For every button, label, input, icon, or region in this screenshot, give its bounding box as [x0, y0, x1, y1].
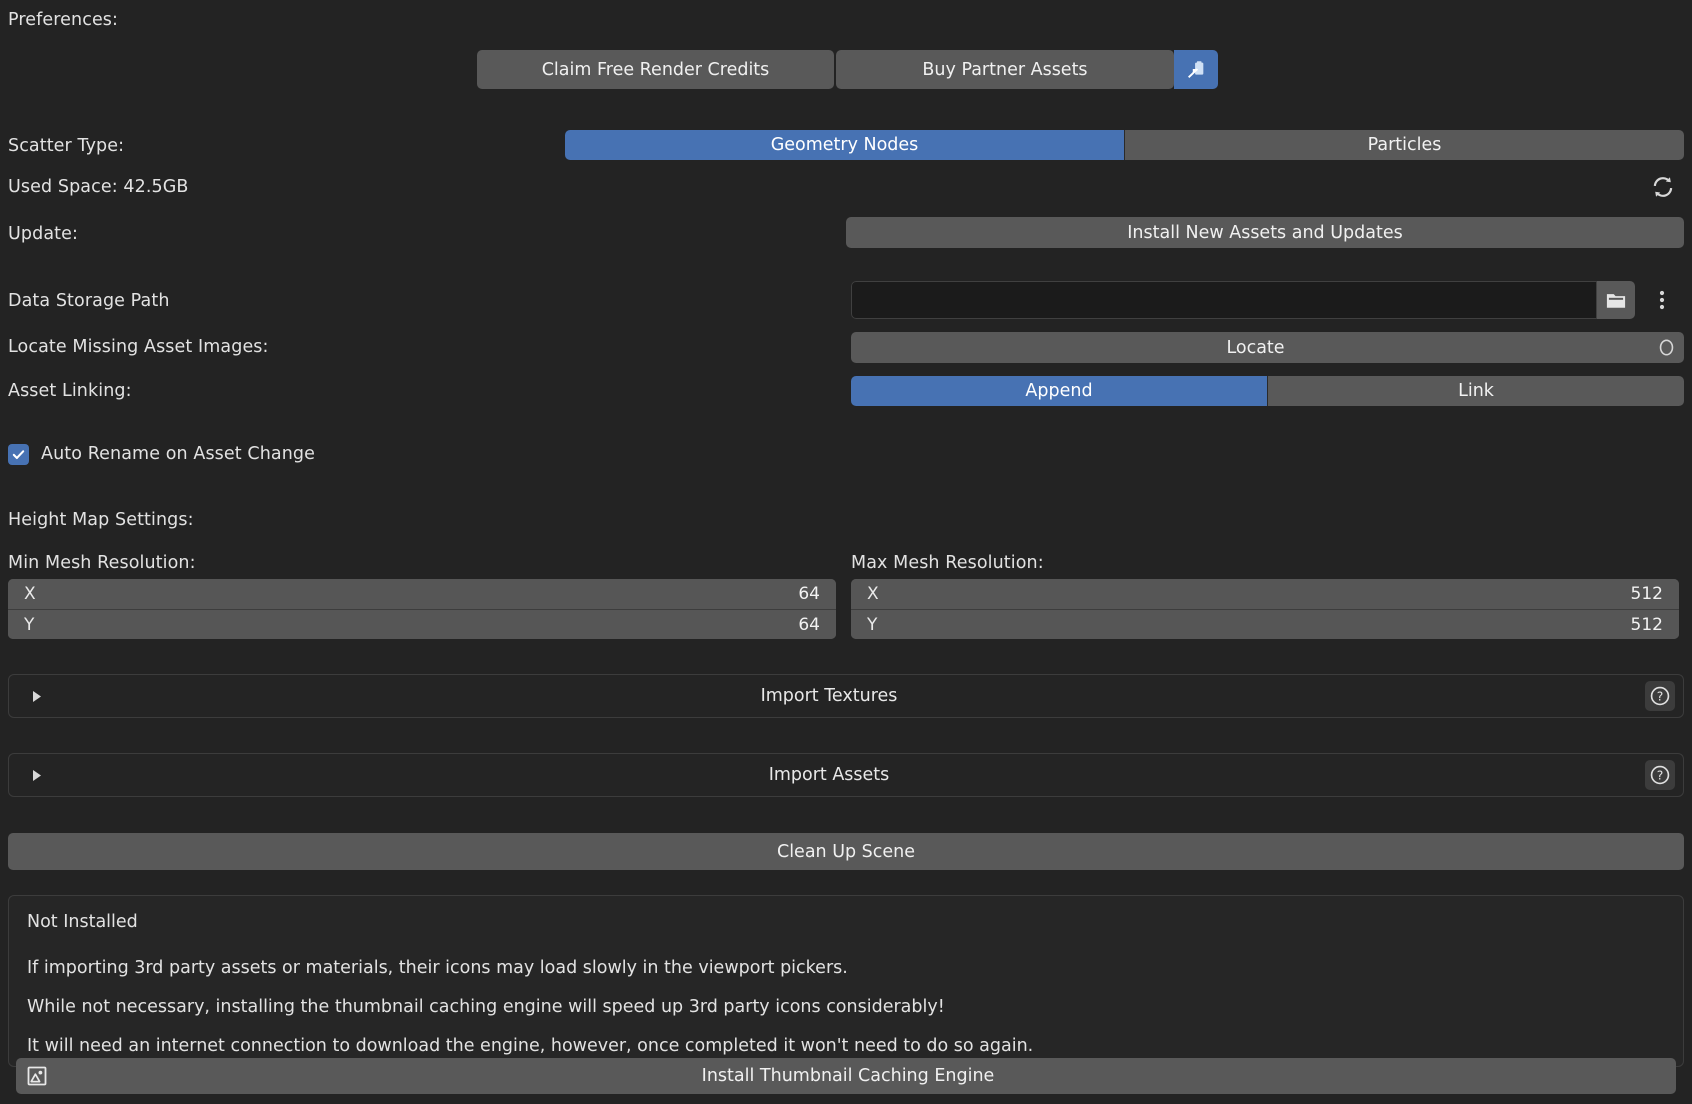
- refresh-icon: [1650, 174, 1676, 200]
- auto-rename-label: Auto Rename on Asset Change: [41, 444, 315, 464]
- min-mesh-resolution-y-value: 64: [798, 615, 820, 635]
- panel-import-textures[interactable]: Import Textures ?: [8, 674, 1684, 718]
- data-storage-path-field-group[interactable]: [851, 281, 1635, 319]
- locate-missing-asset-images-label: Locate Missing Asset Images:: [8, 337, 269, 357]
- data-storage-path-input[interactable]: [851, 281, 1597, 319]
- update-label-row: Update:: [8, 221, 78, 247]
- max-mesh-resolution-label-row: Max Mesh Resolution:: [851, 550, 1044, 576]
- clean-up-scene-button[interactable]: Clean Up Scene: [8, 833, 1684, 870]
- locate-missing-label-row: Locate Missing Asset Images:: [8, 334, 269, 360]
- scatter-type-option-particles[interactable]: Particles: [1124, 130, 1684, 160]
- height-map-settings-heading: Height Map Settings:: [8, 510, 194, 530]
- max-mesh-resolution-x-value: 512: [1631, 584, 1663, 604]
- auto-rename-row[interactable]: Auto Rename on Asset Change: [8, 441, 315, 467]
- max-mesh-resolution-x-field[interactable]: X 512: [851, 579, 1679, 609]
- preferences-panel: Preferences: Claim Free Render Credits B…: [0, 0, 1692, 1104]
- thumbnail-engine-info-line-2: While not necessary, installing the thum…: [27, 997, 1665, 1017]
- asset-linking-option-append[interactable]: Append: [851, 376, 1267, 406]
- locate-button[interactable]: Locate: [851, 332, 1684, 363]
- install-thumbnail-caching-engine-button[interactable]: Install Thumbnail Caching Engine: [16, 1058, 1676, 1094]
- circle-icon: [1658, 338, 1675, 357]
- locate-button-label: Locate: [1226, 338, 1284, 358]
- max-mesh-resolution-x-axis: X: [867, 584, 879, 604]
- asset-linking-option-append-label: Append: [1025, 381, 1092, 401]
- scatter-type-option-geometry-nodes[interactable]: Geometry Nodes: [565, 130, 1124, 160]
- min-mesh-resolution-x-value: 64: [798, 584, 820, 604]
- install-new-assets-button[interactable]: Install New Assets and Updates: [846, 217, 1684, 248]
- min-mesh-resolution-x-axis: X: [24, 584, 36, 604]
- min-mesh-resolution-y-axis: Y: [24, 615, 34, 635]
- max-mesh-resolution-y-field[interactable]: Y 512: [851, 609, 1679, 639]
- auto-rename-checkbox[interactable]: [8, 444, 29, 465]
- scatter-type-option-geometry-nodes-label: Geometry Nodes: [771, 135, 919, 155]
- thumbnail-engine-status: Not Installed: [27, 912, 1665, 932]
- asset-linking-label: Asset Linking:: [8, 381, 132, 401]
- min-mesh-resolution-label-row: Min Mesh Resolution:: [8, 550, 196, 576]
- data-storage-path-label: Data Storage Path: [8, 291, 170, 311]
- scatter-type-option-particles-label: Particles: [1368, 135, 1442, 155]
- open-external-store-button[interactable]: [1174, 50, 1218, 89]
- update-label: Update:: [8, 224, 78, 244]
- max-mesh-resolution-y-axis: Y: [867, 615, 877, 635]
- max-mesh-resolution-fields[interactable]: X 512 Y 512: [851, 579, 1679, 639]
- browse-folder-button[interactable]: [1597, 281, 1635, 319]
- asset-linking-toggle[interactable]: Append Link: [851, 376, 1684, 406]
- locate-status-indicator: [1653, 332, 1679, 363]
- buy-partner-assets-label: Buy Partner Assets: [922, 60, 1087, 80]
- folder-icon: [1605, 290, 1627, 310]
- thumbnail-engine-info-line-3: It will need an internet connection to d…: [27, 1036, 1665, 1056]
- checkmark-icon: [11, 447, 26, 462]
- data-storage-path-label-row: Data Storage Path: [8, 288, 170, 314]
- preferences-heading: Preferences:: [8, 10, 118, 30]
- refresh-used-space-button[interactable]: [1647, 172, 1679, 202]
- max-mesh-resolution-label: Max Mesh Resolution:: [851, 553, 1044, 573]
- panel-import-assets-title: Import Assets: [13, 765, 1645, 785]
- scatter-type-toggle[interactable]: Geometry Nodes Particles: [565, 130, 1684, 160]
- asset-linking-option-link-label: Link: [1458, 381, 1494, 401]
- question-mark-icon: ?: [1649, 764, 1671, 786]
- thumbnail-engine-info-line-1: If importing 3rd party assets or materia…: [27, 958, 1665, 978]
- vertical-dots-icon: [1659, 289, 1665, 311]
- claim-free-render-credits-button[interactable]: Claim Free Render Credits: [477, 50, 834, 89]
- used-space-label: Used Space: 42.5GB: [8, 177, 188, 197]
- panel-import-textures-title: Import Textures: [13, 686, 1645, 706]
- min-mesh-resolution-label: Min Mesh Resolution:: [8, 553, 196, 573]
- min-mesh-resolution-fields[interactable]: X 64 Y 64: [8, 579, 836, 639]
- question-mark-icon: ?: [1649, 685, 1671, 707]
- data-storage-path-menu-button[interactable]: [1645, 281, 1679, 319]
- asset-linking-option-link[interactable]: Link: [1267, 376, 1684, 406]
- min-mesh-resolution-y-field[interactable]: Y 64: [8, 609, 836, 639]
- thumbnail-engine-infobox: Not Installed If importing 3rd party ass…: [8, 895, 1684, 1067]
- max-mesh-resolution-y-value: 512: [1631, 615, 1663, 635]
- external-link-clipboard-icon: [1185, 59, 1207, 81]
- svg-text:?: ?: [1657, 769, 1664, 783]
- scatter-type-label: Scatter Type:: [8, 136, 124, 156]
- min-mesh-resolution-x-field[interactable]: X 64: [8, 579, 836, 609]
- panel-import-textures-help-button[interactable]: ?: [1645, 681, 1675, 711]
- install-thumbnail-caching-engine-label: Install Thumbnail Caching Engine: [20, 1066, 1676, 1086]
- panel-import-assets-help-button[interactable]: ?: [1645, 760, 1675, 790]
- asset-linking-label-row: Asset Linking:: [8, 378, 132, 404]
- preferences-heading-row: Preferences:: [8, 8, 118, 32]
- clean-up-scene-label: Clean Up Scene: [777, 842, 915, 862]
- used-space-row: Used Space: 42.5GB: [8, 174, 188, 200]
- install-new-assets-label: Install New Assets and Updates: [1127, 223, 1402, 243]
- svg-text:?: ?: [1657, 690, 1664, 704]
- scatter-type-label-row: Scatter Type:: [8, 132, 124, 160]
- claim-free-render-credits-label: Claim Free Render Credits: [542, 60, 770, 80]
- height-map-settings-heading-row: Height Map Settings:: [8, 507, 194, 533]
- panel-import-assets[interactable]: Import Assets ?: [8, 753, 1684, 797]
- buy-partner-assets-button[interactable]: Buy Partner Assets: [836, 50, 1174, 89]
